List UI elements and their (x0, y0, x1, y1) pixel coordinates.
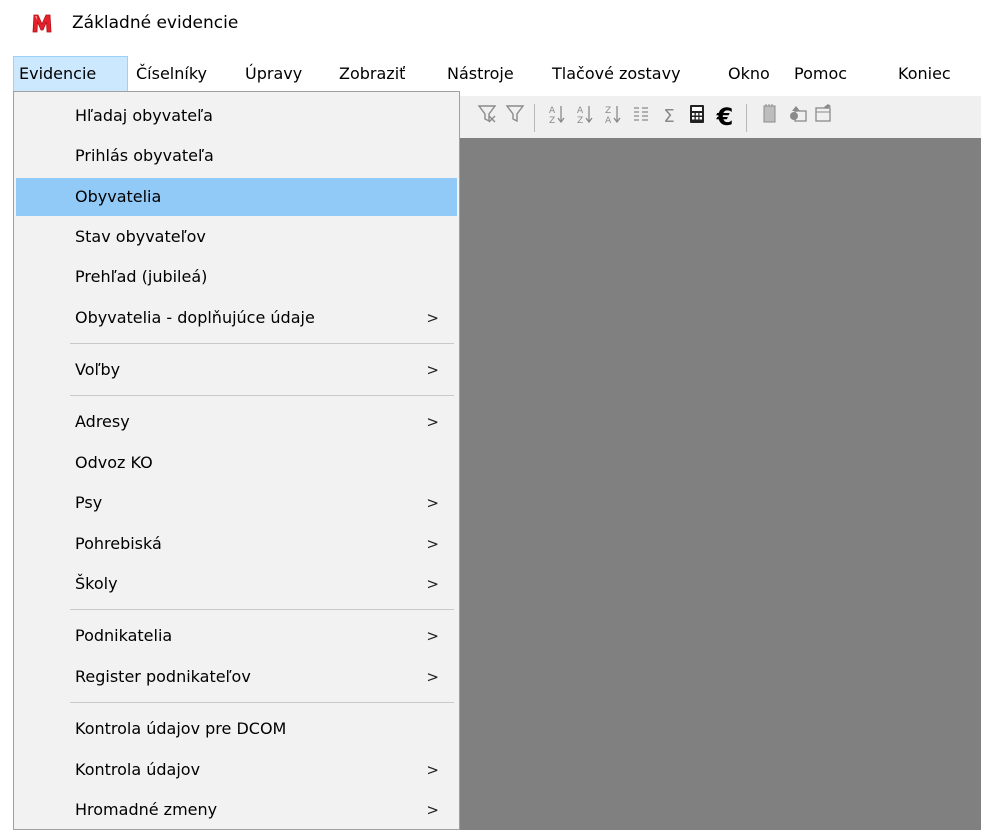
euro-icon[interactable]: € (712, 103, 738, 131)
submenu-arrow-icon: > (426, 309, 439, 327)
menu-item-prihlas-obyvatela[interactable]: Prihlás obyvateľa (16, 137, 457, 175)
svg-text:Z: Z (577, 116, 583, 125)
menu-item-label: Prehľad (jubileá) (75, 267, 208, 286)
menu-item-label: Odvoz KO (75, 453, 153, 472)
menu-item-prehlad-jubilea[interactable]: Prehľad (jubileá) (16, 258, 457, 296)
sort-descending-icon[interactable]: ZA (600, 103, 626, 131)
filter-icon[interactable] (502, 103, 528, 131)
menu-item-label: Adresy (75, 412, 130, 431)
menu-item-volby[interactable]: Voľby > (16, 351, 457, 389)
menu-item-label: Kontrola údajov pre DCOM (75, 719, 287, 738)
menu-separator (70, 609, 454, 610)
svg-text:A: A (549, 106, 556, 116)
sum-icon[interactable]: Σ (656, 103, 682, 131)
menu-item-label: Psy (75, 493, 103, 512)
svg-text:A: A (577, 106, 584, 116)
shapes-icon[interactable] (784, 103, 810, 131)
menu-item-pohrebiska[interactable]: Pohrebiská > (16, 525, 457, 563)
submenu-arrow-icon: > (426, 413, 439, 431)
menu-item-hladaj-obyvatela[interactable]: Hľadaj obyvateľa (16, 97, 457, 135)
menu-bar: Evidencie Číselníky Úpravy Zobraziť Nást… (0, 56, 981, 92)
menu-upravy[interactable]: Úpravy (240, 56, 307, 92)
toolbar-separator (534, 104, 535, 132)
menu-item-label: Prihlás obyvateľa (75, 146, 214, 165)
menu-item-label: Podnikatelia (75, 626, 173, 645)
menu-evidencie[interactable]: Evidencie (13, 56, 128, 92)
menu-item-label: Obyvatelia (75, 187, 162, 206)
app-window: Základné evidencie Evidencie Číselníky Ú… (0, 0, 981, 830)
toolbar-separator (746, 104, 747, 132)
menu-pomoc[interactable]: Pomoc (789, 56, 852, 92)
window-title: Základné evidencie (72, 13, 239, 33)
menu-separator (70, 395, 454, 396)
menu-item-label: Voľby (75, 360, 121, 379)
svg-text:Z: Z (605, 106, 611, 116)
menu-separator (70, 343, 454, 344)
submenu-arrow-icon: > (426, 575, 439, 593)
menu-ciselniky[interactable]: Číselníky (131, 56, 212, 92)
menu-item-obyvatelia[interactable]: Obyvatelia (16, 178, 457, 216)
sort-ascending-icon[interactable]: AZ (572, 103, 598, 131)
title-bar: Základné evidencie (0, 0, 981, 48)
menu-item-kontrola-udajov-dcom[interactable]: Kontrola údajov pre DCOM (16, 710, 457, 748)
filter-clear-icon[interactable] (474, 103, 500, 131)
submenu-arrow-icon: > (426, 761, 439, 779)
menu-item-kontrola-udajov[interactable]: Kontrola údajov > (16, 751, 457, 789)
menu-item-label: Hľadaj obyvateľa (75, 106, 213, 125)
menu-item-podnikatelia[interactable]: Podnikatelia > (16, 617, 457, 655)
menu-nastroje[interactable]: Nástroje (442, 56, 519, 92)
menu-tlacove-zostavy[interactable]: Tlačové zostavy (547, 56, 686, 92)
menu-zobrazit[interactable]: Zobraziť (334, 56, 410, 92)
toolbar: AZ AZ ZA Σ € (458, 96, 981, 138)
app-logo-icon (32, 14, 52, 33)
svg-text:A: A (605, 116, 612, 125)
menu-item-obyvatelia-doplnujuce-udaje[interactable]: Obyvatelia - doplňujúce údaje > (16, 299, 457, 337)
menu-item-label: Stav obyvateľov (75, 227, 206, 246)
submenu-arrow-icon: > (426, 668, 439, 686)
submenu-arrow-icon: > (426, 801, 439, 819)
menu-item-hromadne-zmeny[interactable]: Hromadné zmeny > (16, 791, 457, 829)
menu-item-adresy[interactable]: Adresy > (16, 403, 457, 441)
submenu-arrow-icon: > (426, 361, 439, 379)
submenu-arrow-icon: > (426, 627, 439, 645)
menu-item-label: Register podnikateľov (75, 667, 251, 686)
sort-az-icon[interactable]: AZ (544, 103, 570, 131)
columns-icon[interactable] (628, 103, 654, 131)
submenu-arrow-icon: > (426, 494, 439, 512)
menu-okno[interactable]: Okno (723, 56, 775, 92)
document-icon[interactable] (756, 103, 782, 131)
calculator-icon[interactable] (684, 103, 710, 131)
menu-item-label: Hromadné zmeny (75, 800, 218, 819)
menu-item-label: Školy (75, 574, 118, 593)
menu-item-skoly[interactable]: Školy > (16, 565, 457, 603)
menu-item-psy[interactable]: Psy > (16, 484, 457, 522)
menu-separator (70, 702, 454, 703)
submenu-arrow-icon: > (426, 535, 439, 553)
menu-item-register-podnikatelov[interactable]: Register podnikateľov > (16, 658, 457, 696)
menu-item-stav-obyvatelov[interactable]: Stav obyvateľov (16, 218, 457, 256)
svg-text:Z: Z (549, 116, 555, 125)
menu-item-label: Kontrola údajov (75, 760, 201, 779)
menu-item-odvoz-ko[interactable]: Odvoz KO (16, 444, 457, 482)
properties-icon[interactable] (810, 103, 836, 131)
mdi-workspace (458, 138, 981, 830)
menu-koniec[interactable]: Koniec (893, 56, 956, 92)
evidencie-dropdown-menu: Hľadaj obyvateľa Prihlás obyvateľa Obyva… (13, 91, 460, 830)
menu-item-label: Obyvatelia - doplňujúce údaje (75, 308, 315, 327)
menu-item-label: Pohrebiská (75, 534, 162, 553)
